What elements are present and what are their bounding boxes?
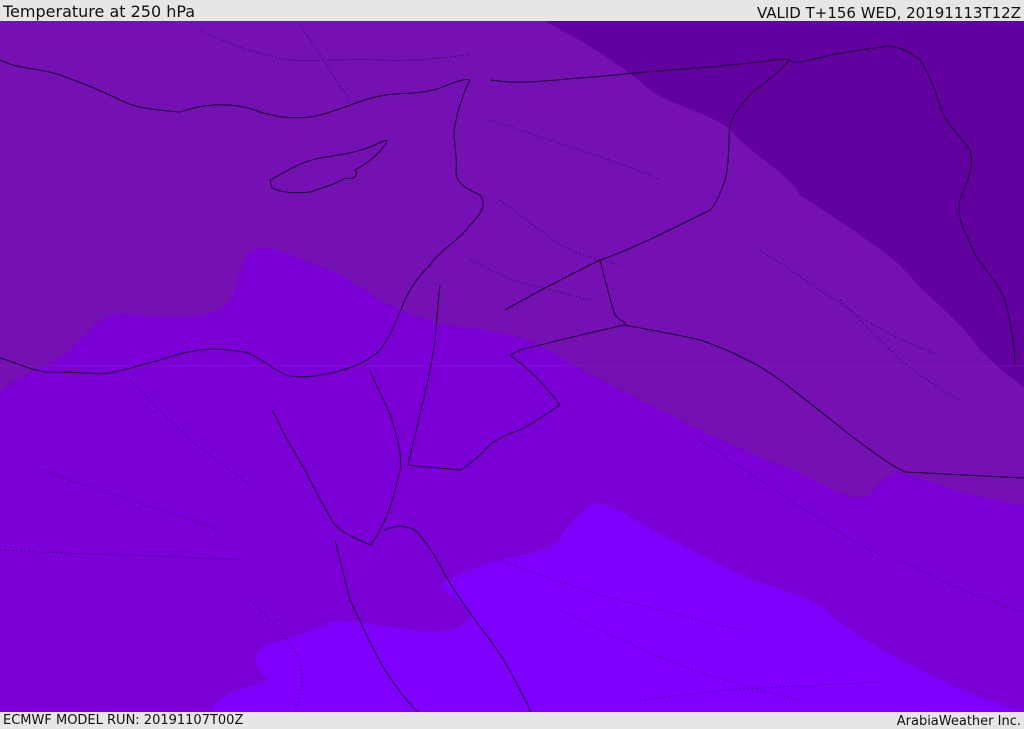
- temperature-map[interactable]: [0, 21, 1024, 712]
- footer-bar: ECMWF MODEL RUN: 20191107T00Z ArabiaWeat…: [0, 712, 1024, 729]
- map-title: Temperature at 250 hPa: [3, 2, 196, 21]
- credit-label: ArabiaWeather Inc.: [896, 714, 1021, 729]
- header-bar: Temperature at 250 hPa VALID T+156 WED, …: [0, 0, 1024, 22]
- valid-time-label: VALID T+156 WED, 20191113T12Z: [756, 4, 1021, 22]
- model-run-label: ECMWF MODEL RUN: 20191107T00Z: [3, 713, 244, 728]
